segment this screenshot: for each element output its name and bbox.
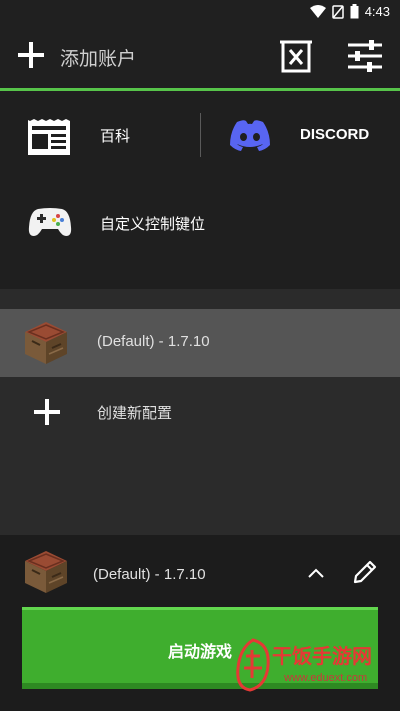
add-account-icon[interactable] — [18, 42, 44, 68]
top-toolbar: 添加账户 — [0, 24, 400, 88]
add-account-button[interactable]: 添加账户 — [60, 44, 136, 71]
newspaper-icon[interactable] — [28, 115, 70, 155]
edit-pencil-icon[interactable] — [352, 559, 378, 585]
delete-account-icon[interactable] — [280, 39, 312, 73]
crafting-table-icon — [25, 551, 67, 593]
wifi-icon — [309, 4, 326, 18]
watermark-url: www.eduext.com — [284, 672, 368, 684]
watermark: 干饭手游网 www.eduext.com — [232, 632, 400, 702]
status-bar: 4:43 — [0, 0, 400, 24]
watermark-logo-icon — [236, 638, 270, 692]
battery-icon — [350, 4, 359, 19]
watermark-text: 干饭手游网 — [272, 644, 372, 668]
links-panel: 百科 DISCORD 自定义控制键位 — [0, 91, 400, 289]
selected-profile-name[interactable]: (Default) - 1.7.10 — [93, 566, 206, 583]
discord-icon[interactable] — [228, 119, 272, 151]
vertical-divider — [200, 113, 201, 157]
profile-list: (Default) - 1.7.10 创建新配置 — [0, 289, 400, 535]
crafting-table-icon — [25, 322, 67, 364]
status-time: 4:43 — [364, 4, 390, 19]
gamepad-icon[interactable] — [28, 207, 72, 237]
profile-name: (Default) - 1.7.10 — [97, 333, 210, 350]
plus-icon — [34, 399, 60, 425]
create-profile-button[interactable]: 创建新配置 — [0, 379, 400, 445]
status-icons: 4:43 — [309, 4, 390, 19]
profile-item-selected[interactable]: (Default) - 1.7.10 — [0, 309, 400, 377]
chevron-up-icon[interactable] — [306, 563, 326, 583]
custom-controls-link[interactable]: 自定义控制键位 — [100, 213, 205, 234]
create-profile-label: 创建新配置 — [97, 404, 173, 422]
wiki-link[interactable]: 百科 — [100, 125, 130, 146]
discord-link[interactable]: DISCORD — [300, 126, 369, 143]
no-sim-icon — [331, 4, 344, 19]
settings-sliders-icon[interactable] — [346, 40, 384, 72]
